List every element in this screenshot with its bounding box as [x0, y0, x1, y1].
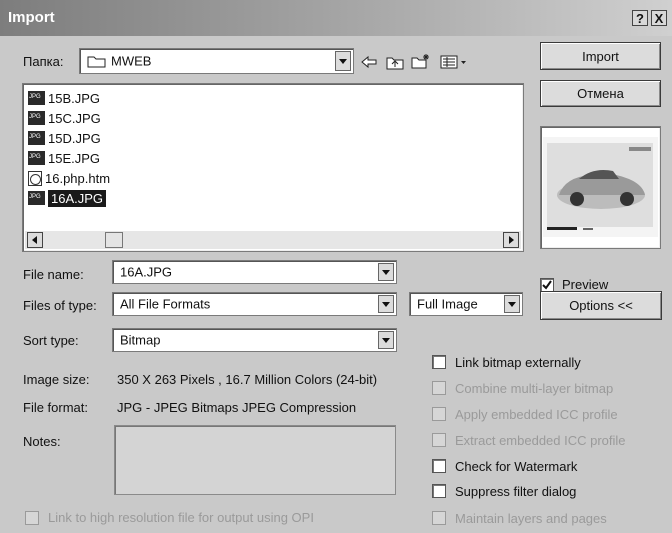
- checkbox: [432, 407, 446, 421]
- checkbox[interactable]: [432, 355, 446, 369]
- file-name-dropdown-arrow[interactable]: [378, 263, 394, 281]
- option-link-bitmap[interactable]: Link bitmap externally: [432, 352, 581, 372]
- folder-combo[interactable]: MWEB: [79, 48, 354, 74]
- checkbox: [432, 381, 446, 395]
- option-suppress-filter[interactable]: Suppress filter dialog: [432, 481, 576, 501]
- folder-value: MWEB: [111, 53, 152, 69]
- option-extract-icc: Extract embedded ICC profile: [432, 430, 626, 450]
- title-bar: [0, 0, 672, 36]
- sort-type-dropdown-arrow[interactable]: [378, 331, 394, 349]
- jpg-file-icon: [28, 191, 45, 205]
- image-mode-select[interactable]: Full Image: [409, 292, 523, 316]
- file-type-dropdown-arrow[interactable]: [378, 295, 394, 313]
- preview-label: Preview: [562, 277, 609, 292]
- notes-label: Notes:: [23, 434, 61, 449]
- horizontal-scrollbar[interactable]: [25, 231, 521, 249]
- checkbox[interactable]: [432, 484, 446, 498]
- new-folder-icon[interactable]: [411, 52, 431, 70]
- scroll-right-icon[interactable]: [503, 232, 519, 248]
- checkmark-icon: [542, 279, 552, 290]
- sort-type-label: Sort type:: [23, 333, 79, 348]
- file-list-item-selected[interactable]: 16A.JPG: [28, 188, 107, 208]
- option-apply-icc: Apply embedded ICC profile: [432, 404, 618, 424]
- checkbox: [432, 511, 446, 525]
- scroll-thumb[interactable]: [105, 232, 123, 248]
- car-preview-image: [543, 137, 658, 237]
- preview-pane: [540, 126, 661, 249]
- image-size-label: Image size:: [23, 372, 90, 387]
- image-size-value: 350 X 263 Pixels , 16.7 Million Colors (…: [117, 372, 378, 387]
- file-format-label: File format:: [23, 400, 89, 415]
- file-type-label: Files of type:: [23, 298, 97, 313]
- window-title: Import: [8, 9, 55, 26]
- folder-label: Папка:: [23, 54, 64, 69]
- import-button[interactable]: Import: [540, 42, 661, 70]
- options-button[interactable]: Options <<: [540, 291, 662, 320]
- up-folder-icon[interactable]: [385, 53, 405, 71]
- cancel-button[interactable]: Отмена: [540, 80, 661, 107]
- file-list-item[interactable]: 15E.JPG: [28, 148, 100, 168]
- jpg-file-icon: [28, 151, 45, 165]
- html-file-icon: [28, 170, 42, 186]
- notes-box: [114, 425, 396, 495]
- file-type-select[interactable]: All File Formats: [112, 292, 397, 316]
- sort-type-select[interactable]: Bitmap: [112, 328, 397, 352]
- jpg-file-icon: [28, 131, 45, 145]
- view-menu-icon[interactable]: [439, 53, 469, 71]
- option-combine-layers: Combine multi-layer bitmap: [432, 378, 613, 398]
- file-list[interactable]: 15B.JPG 15C.JPG 15D.JPG 15E.JPG 16.php.h…: [22, 83, 524, 252]
- folder-icon: [87, 55, 107, 68]
- jpg-file-icon: [28, 91, 45, 105]
- option-check-watermark[interactable]: Check for Watermark: [432, 456, 577, 476]
- file-list-item[interactable]: 15C.JPG: [28, 108, 101, 128]
- file-format-value: JPG - JPEG Bitmaps JPEG Compression: [117, 400, 357, 415]
- image-mode-dropdown-arrow[interactable]: [504, 295, 520, 313]
- back-icon[interactable]: [359, 53, 379, 71]
- jpg-file-icon: [28, 111, 45, 125]
- checkbox: [432, 433, 446, 447]
- close-button[interactable]: X: [651, 10, 667, 26]
- file-list-item[interactable]: 15D.JPG: [28, 128, 101, 148]
- opi-link-option: Link to high resolution file for output …: [25, 510, 314, 525]
- file-name-label: File name:: [23, 267, 84, 282]
- scroll-left-icon[interactable]: [27, 232, 43, 248]
- option-maintain-layers: Maintain layers and pages: [432, 508, 607, 528]
- file-list-item[interactable]: 16.php.htm: [28, 168, 110, 188]
- file-name-field[interactable]: 16A.JPG: [112, 260, 397, 284]
- folder-dropdown-arrow[interactable]: [335, 51, 351, 71]
- preview-checkbox-row[interactable]: Preview: [540, 277, 608, 292]
- checkbox[interactable]: [432, 459, 446, 473]
- file-list-item[interactable]: 15B.JPG: [28, 88, 100, 108]
- checkbox: [25, 510, 39, 525]
- help-button[interactable]: ?: [632, 10, 648, 26]
- preview-checkbox[interactable]: [540, 277, 554, 292]
